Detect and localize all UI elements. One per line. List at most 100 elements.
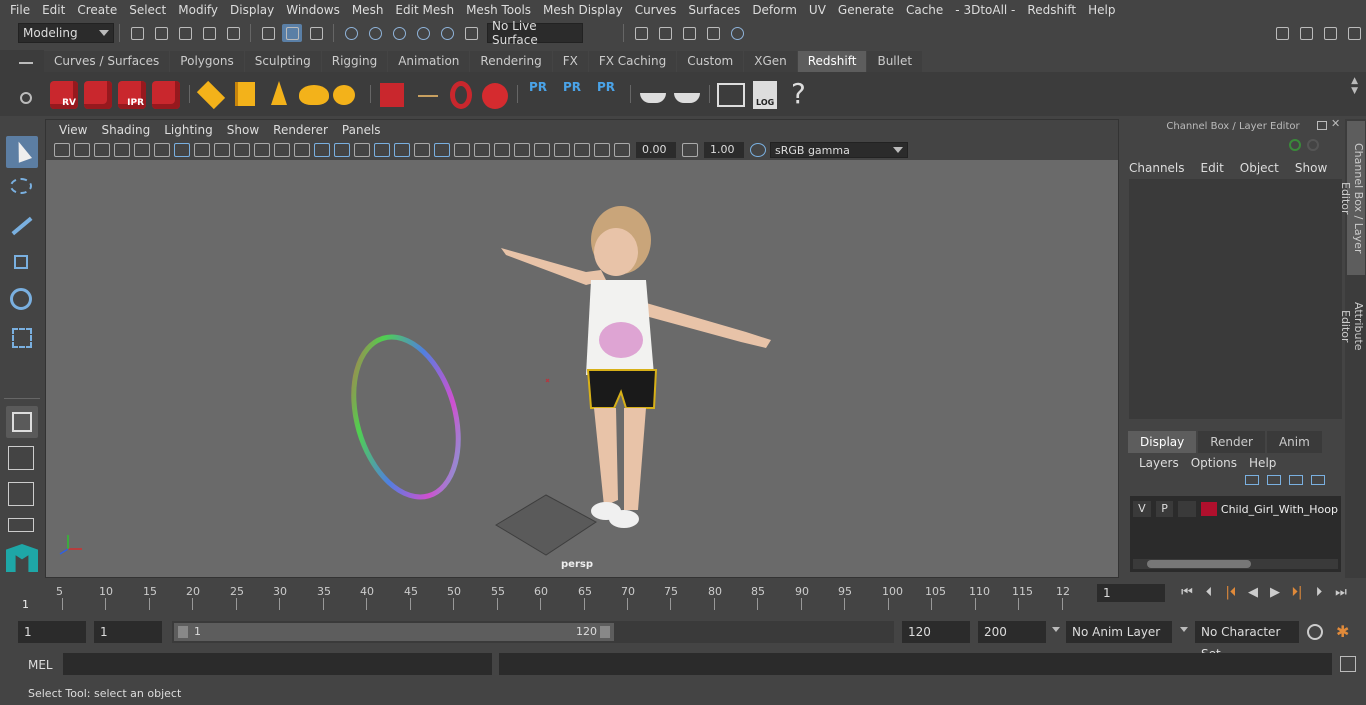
float-panel-icon[interactable] [1317, 121, 1327, 130]
modeling-toolkit-icon[interactable] [1296, 24, 1316, 42]
current-frame-field[interactable]: 1 [1097, 584, 1165, 602]
paint-select-tool-button[interactable] [6, 210, 38, 242]
move-layer-down-icon[interactable] [1267, 475, 1281, 485]
step-forward-key-icon[interactable]: ⏵ [1309, 584, 1329, 602]
safe-action-icon[interactable] [274, 143, 290, 157]
lights-icon[interactable] [434, 143, 450, 157]
close-icon[interactable]: ✕ [1331, 118, 1341, 129]
channel-menu-object[interactable]: Object [1232, 161, 1287, 175]
maya-logo-button[interactable] [6, 542, 38, 574]
snap-live-icon[interactable] [437, 24, 457, 42]
shelf-tab-curves-surfaces[interactable]: Curves / Surfaces [44, 51, 170, 72]
render-settings-icon[interactable] [703, 24, 723, 42]
command-input[interactable] [63, 653, 492, 675]
channel-menu-edit[interactable]: Edit [1193, 161, 1232, 175]
viewport-menu-renderer[interactable]: Renderer [266, 123, 335, 137]
redshift-curve-icon[interactable] [444, 79, 476, 109]
tab-display[interactable]: Display [1128, 431, 1197, 453]
new-layer-icon[interactable] [1289, 475, 1303, 485]
scene-canvas[interactable] [46, 160, 1118, 577]
layer-menu-options[interactable]: Options [1185, 456, 1243, 470]
girl-right-arm[interactable] [631, 300, 771, 348]
layout-outliner-button[interactable] [6, 518, 38, 534]
wireframe-on-shaded-icon[interactable] [374, 143, 390, 157]
playback-start-field[interactable]: 1 [94, 621, 162, 643]
layer-name[interactable]: Child_Girl_With_Hoop [1221, 503, 1338, 516]
shadows-icon[interactable] [454, 143, 470, 157]
girl-right-leg[interactable] [624, 408, 646, 510]
two-d-pan-icon[interactable] [134, 143, 150, 157]
scene-end-field[interactable]: 200 [978, 621, 1046, 643]
gate-mask-icon[interactable] [234, 143, 250, 157]
layer-row[interactable]: V P Child_Girl_With_Hoop [1133, 500, 1338, 518]
shelf-tab-animation[interactable]: Animation [388, 51, 470, 72]
bookmark-icon[interactable] [94, 143, 110, 157]
render-frame-icon[interactable] [655, 24, 675, 42]
exposure-field[interactable]: 0.00 [636, 142, 676, 158]
redshift-spotlight-icon[interactable] [263, 79, 295, 109]
select-by-hierarchy-icon[interactable] [258, 24, 278, 42]
time-slider[interactable]: 5 10 15 20 25 30 35 40 45 50 55 60 65 70 75 80 85 90 95 100… [18, 580, 1092, 612]
shelf-tab-rigging[interactable]: Rigging [321, 51, 388, 72]
snap-grid-icon[interactable] [341, 24, 361, 42]
channel-box-icon[interactable] [1289, 139, 1301, 151]
snap-view-plane-icon[interactable] [413, 24, 433, 42]
scrollbar-thumb[interactable] [1147, 560, 1251, 568]
snap-surface-icon[interactable] [461, 24, 481, 42]
move-tool-button[interactable] [6, 247, 38, 279]
pr-export-icon[interactable]: PR [557, 79, 589, 109]
menu-uv[interactable]: UV [803, 3, 832, 17]
anim-layer-dropdown[interactable]: No Anim Layer [1066, 621, 1172, 643]
color-management-icon[interactable] [750, 143, 766, 157]
menu-deform[interactable]: Deform [746, 3, 803, 17]
tab-render[interactable]: Render [1198, 431, 1265, 453]
color-space-dropdown[interactable]: sRGB gamma [770, 142, 908, 158]
girl-left-leg[interactable] [594, 408, 618, 506]
new-layer-from-selected-icon[interactable] [1311, 475, 1325, 485]
redshift-proxy-icon[interactable] [195, 79, 227, 110]
resolution-gate-icon[interactable] [214, 143, 230, 157]
shelf-tab-redshift[interactable]: Redshift [797, 51, 867, 72]
menu-select[interactable]: Select [123, 3, 172, 17]
range-end-handle[interactable] [600, 626, 610, 638]
scale-tool-button[interactable] [6, 322, 38, 354]
select-by-component-icon[interactable] [306, 24, 326, 42]
exposure-icon[interactable] [614, 143, 630, 157]
step-back-key-icon[interactable]: ⏴ [1199, 584, 1219, 602]
attribute-icon[interactable] [1307, 139, 1319, 151]
undo-icon[interactable] [199, 24, 219, 42]
shelf-menu-icon[interactable] [19, 62, 33, 64]
channel-box-toggle-icon[interactable] [1344, 24, 1364, 42]
girl-shorts[interactable] [586, 369, 658, 409]
snap-curve-icon[interactable] [365, 24, 385, 42]
wireframe-icon[interactable] [314, 143, 330, 157]
layer-playback-toggle[interactable]: P [1155, 501, 1174, 517]
menu-create[interactable]: Create [71, 3, 123, 17]
menu-edit[interactable]: Edit [36, 3, 71, 17]
menu-edit-mesh[interactable]: Edit Mesh [389, 3, 460, 17]
step-forward-frame-icon[interactable]: ⏵| [1287, 584, 1307, 602]
layer-menu-help[interactable]: Help [1243, 456, 1282, 470]
shelf-tab-fx-caching[interactable]: FX Caching [588, 51, 677, 72]
shelf-tab-polygons[interactable]: Polygons [170, 51, 244, 72]
camera-select-icon[interactable] [54, 143, 70, 157]
chevron-down-icon[interactable] [1052, 627, 1060, 632]
film-gate-icon[interactable] [194, 143, 210, 157]
lasso-tool-button[interactable] [6, 174, 38, 206]
menu-redshift[interactable]: Redshift [1021, 3, 1082, 17]
perspective-viewport[interactable]: View Shading Lighting Show Renderer Panels 0.… [45, 119, 1119, 578]
viewport-menu-shading[interactable]: Shading [94, 123, 157, 137]
rotate-tool-button[interactable] [6, 284, 38, 316]
pr-cube-icon[interactable]: PR [523, 79, 555, 109]
viewport-menu-view[interactable]: View [52, 123, 94, 137]
textured-icon[interactable] [414, 143, 430, 157]
redshift-volume-icon[interactable] [229, 79, 261, 109]
menu-curves[interactable]: Curves [629, 3, 683, 17]
rv-icon[interactable]: RV [48, 79, 80, 109]
viewport-menu-show[interactable]: Show [220, 123, 266, 137]
select-tool-button[interactable] [6, 136, 38, 168]
settings-cube-icon[interactable] [150, 79, 182, 109]
redshift-sphere-icon[interactable] [478, 79, 510, 109]
last-tool-button[interactable] [6, 406, 38, 438]
preferences-running-man-icon[interactable]: ✱ [1336, 623, 1354, 641]
